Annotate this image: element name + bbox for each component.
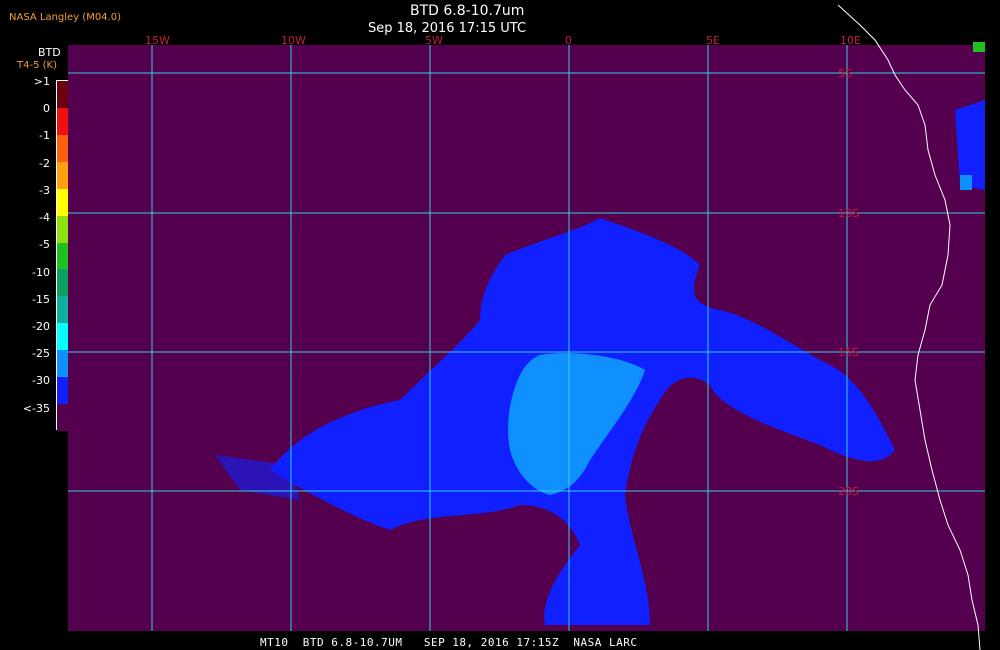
lon-label: 5E bbox=[706, 34, 720, 47]
lon-label: 0 bbox=[565, 34, 572, 47]
lat-label: 10S bbox=[838, 207, 859, 220]
lat-label: 20S bbox=[838, 485, 859, 498]
satellite-map: 15W 10W 5W 0 5E 10E 5S 10S 15S 20S bbox=[68, 4, 985, 650]
footer-caption: MT10 BTD 6.8-10.7UM SEP 18, 2016 17:15Z … bbox=[260, 636, 638, 649]
lat-label: 15S bbox=[838, 346, 859, 359]
lat-label: 5S bbox=[838, 67, 852, 80]
lon-label: 5W bbox=[425, 34, 443, 47]
lon-label: 10W bbox=[281, 34, 306, 47]
lon-label: 15W bbox=[145, 34, 170, 47]
lon-label: 10E bbox=[840, 34, 861, 47]
